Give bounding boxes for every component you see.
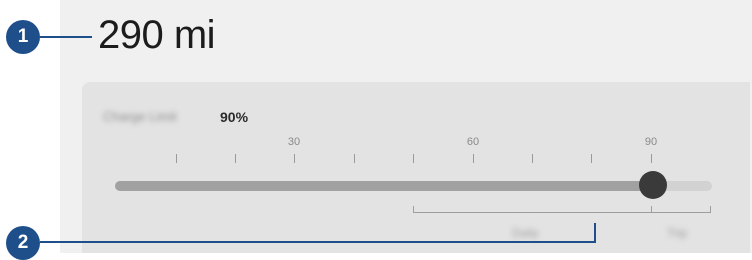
- scale-tick: [176, 154, 177, 163]
- callout-marker-1: 1: [6, 20, 40, 54]
- scale-tick: [591, 154, 592, 163]
- bracket-divider: [651, 206, 652, 213]
- callout-marker-2: 2: [6, 226, 40, 260]
- scale-label-30: 30: [287, 136, 301, 148]
- scale-tick: [532, 154, 533, 163]
- scale-tick: [294, 154, 295, 163]
- charge-limit-value: 90%: [220, 109, 249, 125]
- scale-tick: [473, 154, 474, 163]
- bracket-end-right: [710, 206, 711, 213]
- scale-tick: [413, 154, 414, 163]
- scale-label-60: 60: [466, 136, 480, 148]
- callout-line-1: [40, 36, 92, 38]
- scale-label-90: 90: [644, 136, 658, 148]
- scale-tick: [651, 154, 652, 163]
- charge-limit-label: Charge Limit: [103, 109, 177, 124]
- estimated-range: 290 mi: [98, 13, 216, 57]
- charge-limit-panel: [82, 82, 750, 253]
- bracket-line: [413, 212, 711, 213]
- charge-limit-slider-fill: [115, 181, 653, 191]
- daily-range-label: Daily: [512, 226, 539, 240]
- charge-limit-slider-thumb[interactable]: [639, 171, 667, 199]
- scale-tick: [235, 154, 236, 163]
- callout-line-2: [40, 241, 596, 243]
- scale-tick: [354, 154, 355, 163]
- charge-limit-slider-track[interactable]: [115, 181, 712, 191]
- bracket-end-left: [413, 206, 414, 213]
- callout-line-2-riser: [594, 223, 596, 243]
- trip-range-label: Trip: [667, 226, 688, 240]
